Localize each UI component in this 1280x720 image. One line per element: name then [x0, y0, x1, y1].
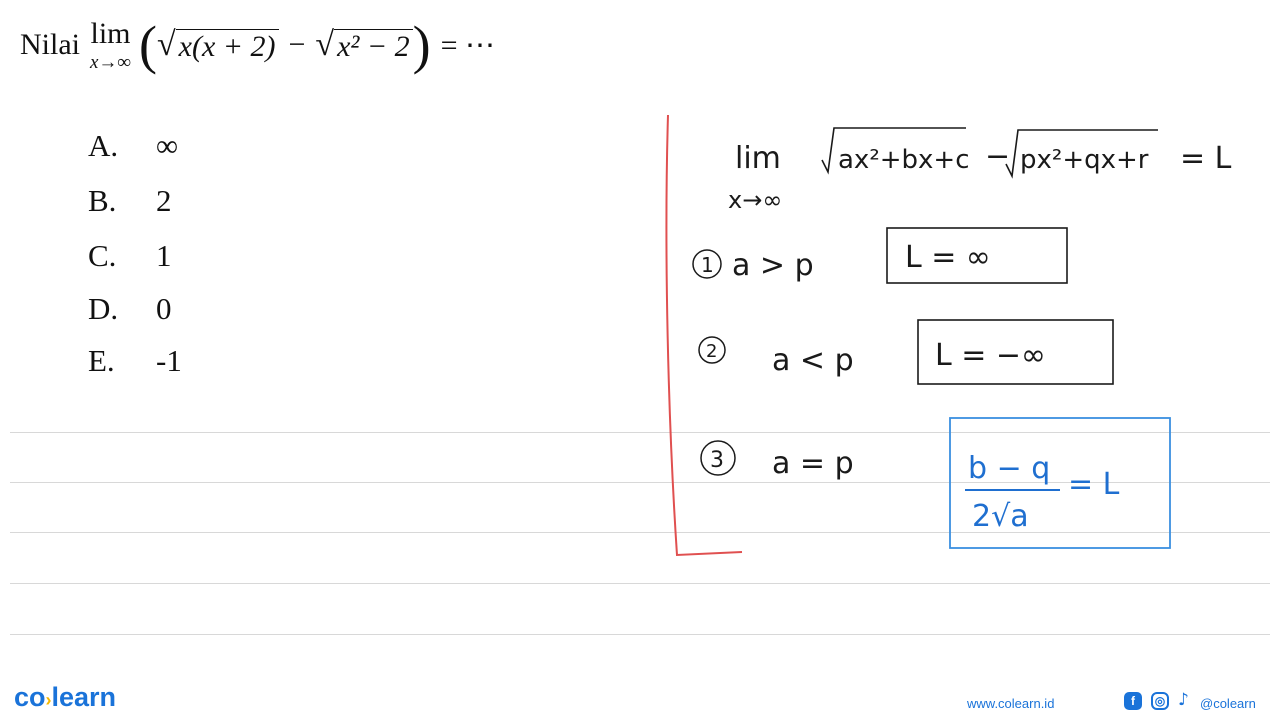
- case1-condition: a > p: [732, 248, 814, 283]
- case3-equals-l: = L: [1068, 467, 1120, 502]
- logo-learn: learn: [51, 682, 117, 712]
- tiktok-icon[interactable]: ♪: [1178, 690, 1189, 710]
- website-link[interactable]: www.colearn.id: [967, 696, 1054, 711]
- margin-line: [665, 114, 743, 557]
- case3-number: 3: [710, 448, 724, 473]
- case3-condition: a = p: [772, 446, 854, 481]
- case1-result: L = ∞: [905, 240, 991, 275]
- logo-co: co: [14, 682, 46, 712]
- case2-number: 2: [706, 341, 717, 362]
- instagram-icon[interactable]: ◎: [1151, 692, 1169, 710]
- note-minus: −: [985, 139, 1010, 174]
- case2-result: L = −∞: [935, 338, 1046, 373]
- note-lim: lim: [735, 141, 781, 176]
- case3-numerator: b − q: [968, 451, 1050, 486]
- handwritten-notes: lim x→∞ ax²+bx+c − px²+qx+r = L 1 a > p …: [665, 114, 1232, 557]
- case2-condition: a < p: [772, 343, 854, 378]
- colearn-logo: co›learn: [14, 682, 117, 712]
- case3-denominator: 2√a: [972, 499, 1029, 534]
- note-equals-l: = L: [1180, 141, 1232, 176]
- social-handle[interactable]: @colearn: [1200, 696, 1256, 711]
- case1-number: 1: [701, 253, 714, 277]
- note-lim-sub: x→∞: [728, 186, 782, 214]
- facebook-icon[interactable]: f: [1124, 692, 1142, 710]
- note-expr1: ax²+bx+c: [838, 145, 970, 175]
- note-expr2: px²+qx+r: [1020, 145, 1149, 175]
